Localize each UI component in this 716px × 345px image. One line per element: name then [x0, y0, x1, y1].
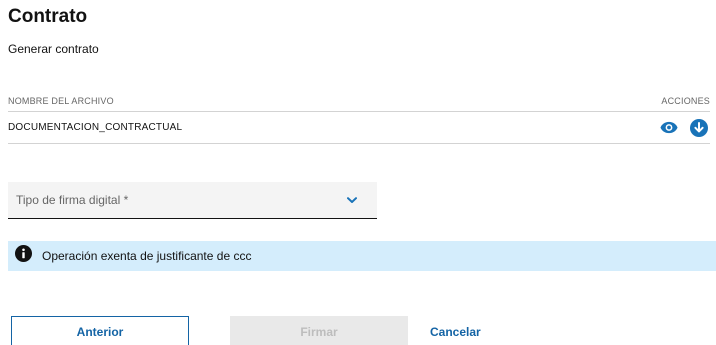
signature-type-select[interactable]: Tipo de firma digital *	[8, 182, 377, 219]
download-icon[interactable]	[690, 118, 708, 137]
file-name-cell: DOCUMENTACION_CONTRACTUAL	[8, 122, 183, 133]
info-banner-text: Operación exenta de justificante de ccc	[42, 249, 252, 263]
cancel-button[interactable]: Cancelar	[430, 316, 490, 345]
column-header-actions: ACCIONES	[661, 95, 710, 106]
previous-button[interactable]: Anterior	[11, 316, 189, 345]
chevron-down-icon	[347, 191, 357, 209]
sign-button[interactable]: Firmar	[230, 316, 408, 345]
row-actions	[660, 118, 710, 137]
info-banner: Operación exenta de justificante de ccc	[8, 241, 716, 271]
table-row: DOCUMENTACION_CONTRACTUAL	[8, 112, 710, 144]
column-header-file-name: NOMBRE DEL ARCHIVO	[8, 95, 114, 106]
table-header: NOMBRE DEL ARCHIVO ACCIONES	[8, 90, 710, 112]
page-subtitle: Generar contrato	[8, 42, 99, 56]
page-title: Contrato	[8, 6, 88, 27]
eye-icon[interactable]	[660, 119, 678, 137]
info-icon	[15, 245, 32, 267]
signature-type-label: Tipo de firma digital *	[16, 193, 129, 207]
files-table: NOMBRE DEL ARCHIVO ACCIONES DOCUMENTACIO…	[8, 90, 710, 144]
